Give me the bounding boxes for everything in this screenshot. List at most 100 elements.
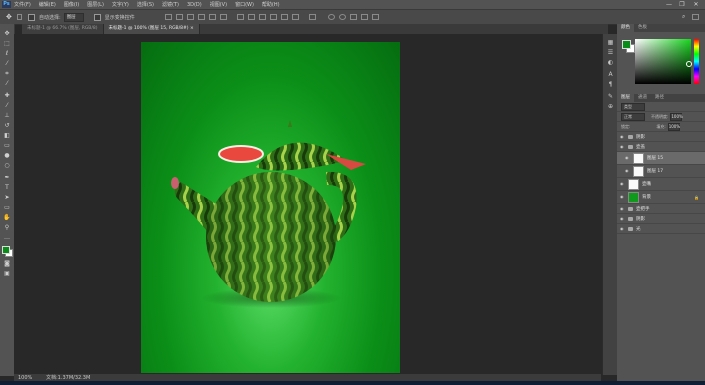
pen-tool-icon[interactable]: ✒ [3, 174, 11, 181]
layer-row[interactable]: ◉ 壶嘴 [617, 178, 705, 191]
layer-row[interactable]: ◉ 图层 17 [617, 165, 705, 178]
menu-select[interactable]: 选择(S) [137, 1, 154, 8]
hue-slider[interactable] [694, 39, 699, 84]
auto-select-dropdown[interactable]: 图层 [63, 12, 84, 22]
3d-slide-icon[interactable] [360, 14, 368, 20]
3d-scale-icon[interactable] [371, 14, 379, 20]
minimize-button[interactable]: — [664, 0, 674, 9]
layer-row-selected[interactable]: ◉ 图层 15 [617, 152, 705, 165]
clone-source-panel-icon[interactable]: ⊕ [607, 104, 614, 110]
document-canvas[interactable] [141, 42, 400, 373]
history-brush-tool-icon[interactable]: ↺ [3, 122, 11, 129]
clone-stamp-tool-icon[interactable]: ⊥ [3, 112, 11, 119]
path-select-tool-icon[interactable]: ➤ [3, 194, 11, 201]
crop-tool-icon[interactable]: ⌗ [3, 70, 11, 77]
type-tool-icon[interactable]: T [3, 184, 11, 191]
more-tools-icon[interactable]: … [3, 234, 11, 241]
tab-swatches[interactable]: 色板 [634, 24, 651, 32]
visibility-eye-icon[interactable]: ◉ [625, 169, 630, 173]
document-tab-1[interactable]: 未标题-1 @ 66.7% (图层, RGB/8) [22, 24, 104, 34]
healing-brush-tool-icon[interactable]: ✚ [3, 92, 11, 99]
workspace-switcher-icon[interactable] [692, 14, 699, 20]
visibility-eye-icon[interactable]: ◉ [620, 195, 625, 199]
history-panel-icon[interactable]: ▦ [607, 40, 614, 46]
color-picker-field[interactable] [635, 39, 691, 84]
properties-panel-icon[interactable]: ☰ [607, 50, 614, 56]
maximize-button[interactable]: ❐ [677, 0, 687, 9]
menu-type[interactable]: 文字(Y) [112, 1, 129, 8]
layer-row[interactable]: ◉ 壶盖 [617, 142, 705, 152]
layer-row[interactable]: ◉ 阴影 [617, 214, 705, 224]
auto-select-checkbox[interactable] [28, 13, 35, 21]
move-tool-icon[interactable]: ✥ [6, 14, 13, 21]
layer-kind-filter[interactable]: 类型 [621, 102, 645, 111]
tab-paths[interactable]: 路径 [651, 94, 668, 102]
foreground-color-swatch[interactable] [2, 246, 10, 254]
color-picker-cursor[interactable] [686, 61, 692, 67]
paragraph-panel-icon[interactable]: ¶ [607, 82, 614, 88]
fill-input[interactable]: 100% [667, 122, 680, 131]
visibility-eye-icon[interactable]: ◉ [620, 226, 625, 231]
3d-orbit-icon[interactable] [327, 14, 335, 20]
panel-foreground-color-swatch[interactable] [622, 40, 631, 49]
layer-row[interactable]: ◉ 壶把手 [617, 204, 705, 214]
character-panel-icon[interactable]: A [607, 72, 614, 78]
menu-window[interactable]: 窗口(W) [235, 1, 254, 8]
distribute-top-icon[interactable] [236, 14, 244, 20]
adjustments-panel-icon[interactable]: ◐ [607, 60, 614, 66]
document-tab-2[interactable]: 未标题-1 @ 100% (图层 15, RGB/8#) × [103, 24, 200, 34]
tool-preset-dropdown-icon[interactable] [17, 14, 22, 20]
layer-row[interactable]: ◉ 背景 🔒 [617, 191, 705, 204]
distribute-vcenter-icon[interactable] [247, 14, 255, 20]
brush-tool-icon[interactable]: ⁄ [3, 102, 11, 109]
visibility-eye-icon[interactable]: ◉ [620, 134, 625, 139]
search-icon[interactable]: ⌕ [682, 14, 689, 20]
distribute-left-icon[interactable] [269, 14, 277, 20]
tab-color[interactable]: 颜色 [617, 24, 634, 32]
move-tool-icon[interactable]: ✥ [3, 30, 11, 37]
3d-roll-icon[interactable] [338, 14, 346, 20]
align-left-icon[interactable] [197, 14, 205, 20]
zoom-tool-icon[interactable]: ⚲ [3, 224, 11, 231]
brush-panel-icon[interactable]: ✎ [607, 94, 614, 100]
align-bottom-icon[interactable] [186, 14, 194, 20]
rectangle-tool-icon[interactable]: ▭ [3, 204, 11, 211]
visibility-eye-icon[interactable]: ◉ [620, 216, 625, 221]
align-vcenter-icon[interactable] [175, 14, 183, 20]
lasso-tool-icon[interactable]: ℓ [3, 50, 11, 57]
document-info[interactable]: 文档:1.37M/32.3M [46, 374, 90, 381]
zoom-level[interactable]: 100% [18, 375, 36, 381]
gradient-tool-icon[interactable]: ▭ [3, 142, 11, 149]
marquee-tool-icon[interactable]: ⬚ [3, 40, 11, 47]
hand-tool-icon[interactable]: ✋ [3, 214, 11, 221]
opacity-input[interactable]: 100% [670, 112, 683, 121]
menu-filter[interactable]: 滤镜(T) [162, 1, 179, 8]
blend-mode-select[interactable]: 正常 [621, 112, 645, 121]
quick-select-tool-icon[interactable]: ⁄ [3, 60, 11, 67]
align-right-icon[interactable] [219, 14, 227, 20]
menu-layer[interactable]: 图层(L) [87, 1, 104, 8]
distribute-hcenter-icon[interactable] [280, 14, 288, 20]
auto-align-icon[interactable] [308, 14, 316, 20]
menu-file[interactable]: 文件(F) [14, 1, 31, 8]
eraser-tool-icon[interactable]: ◧ [3, 132, 11, 139]
tab-channels[interactable]: 通道 [634, 94, 651, 102]
tab-layers[interactable]: 图层 [617, 94, 634, 102]
menu-edit[interactable]: 编辑(E) [39, 1, 56, 8]
blur-tool-icon[interactable]: ● [3, 152, 11, 159]
align-top-icon[interactable] [164, 14, 172, 20]
dodge-tool-icon[interactable]: ○ [3, 162, 11, 169]
menu-help[interactable]: 帮助(H) [262, 1, 280, 8]
layer-row[interactable]: ◉ 阴影 [617, 132, 705, 142]
menu-image[interactable]: 图像(I) [64, 1, 79, 8]
screen-mode-icon[interactable]: ▣ [3, 270, 11, 277]
show-transform-checkbox[interactable] [93, 13, 101, 21]
eyedropper-tool-icon[interactable]: ⁄ [3, 80, 11, 87]
align-hcenter-icon[interactable] [208, 14, 216, 20]
menu-view[interactable]: 视图(V) [210, 1, 227, 8]
visibility-eye-icon[interactable]: ◉ [620, 144, 625, 149]
visibility-eye-icon[interactable]: ◉ [620, 182, 625, 186]
layer-row[interactable]: ◉ 光 [617, 224, 705, 234]
distribute-right-icon[interactable] [291, 14, 299, 20]
quick-mask-icon[interactable]: ◙ [3, 260, 11, 267]
